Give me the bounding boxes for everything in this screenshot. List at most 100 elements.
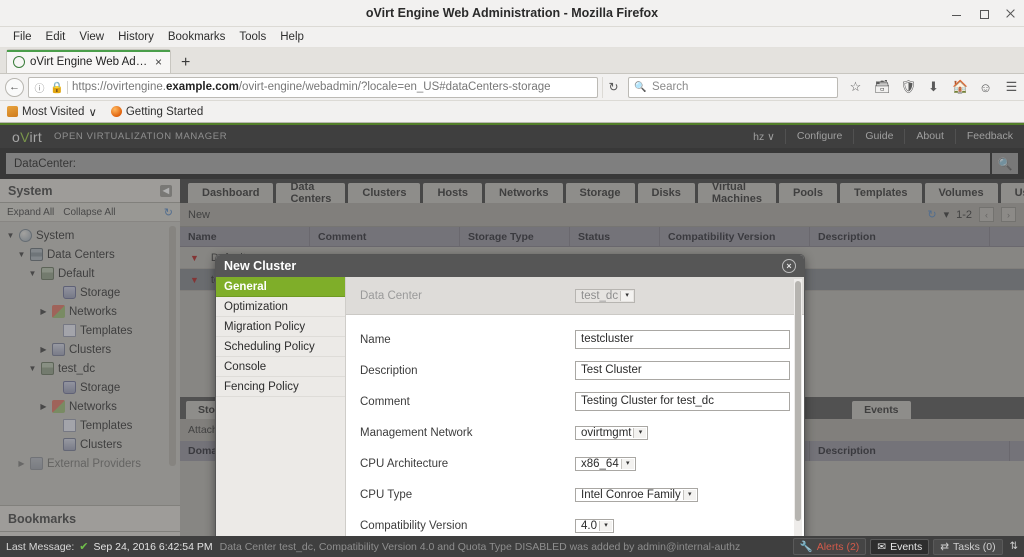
select-cpu-type[interactable]: Intel Conroe Family ▾ <box>575 487 698 502</box>
chevron-down-icon[interactable]: ▾ <box>620 458 634 469</box>
label-name: Name <box>360 333 391 346</box>
dialog-tab-scheduling-policy[interactable]: Scheduling Policy <box>216 337 345 357</box>
browser-toolbar-icons: ☆ 🗃 🛡 ⬇ 🏠 ☺ ☰ <box>842 79 1019 95</box>
field-row-name: Name testcluster <box>360 324 790 355</box>
reload-icon[interactable]: ↻ <box>602 76 624 98</box>
url-bar[interactable]: ⓘ 🔒 https://ovirtengine.example.com/ovir… <box>28 76 598 98</box>
menu-history[interactable]: History <box>111 29 161 45</box>
minimize-icon[interactable] <box>951 8 962 19</box>
label-comment: Comment <box>360 395 410 408</box>
bookmark-most-visited[interactable]: Most Visited ∨ <box>7 105 97 119</box>
tasks-label: Tasks (0) <box>953 540 996 553</box>
dialog-fields: Name testcluster Description Test Cluster Co… <box>346 315 804 557</box>
dialog-close-icon[interactable]: × <box>782 259 796 273</box>
dialog-tab-general[interactable]: General <box>216 277 345 297</box>
label-cpu-architecture: CPU Architecture <box>360 457 449 470</box>
select-value-compatibility-version: 4.0 <box>581 519 597 532</box>
new-cluster-dialog: New Cluster × General Optimization Migrati… <box>215 254 805 557</box>
input-description[interactable]: Test Cluster <box>575 361 790 380</box>
dialog-tab-console[interactable]: Console <box>216 357 345 377</box>
label-compatibility-version: Compatibility Version <box>360 519 468 532</box>
tasks-chip[interactable]: ⇄ Tasks (0) <box>933 538 1003 555</box>
tab-favicon-icon <box>13 55 25 68</box>
field-row-description: Description Test Cluster <box>360 355 790 386</box>
status-message: Data Center test_dc, Compatibility Versi… <box>219 540 741 553</box>
browser-tabstrip: oVirt Engine Web Admi... × + <box>0 48 1024 74</box>
page-info-icon[interactable]: ⓘ <box>33 80 46 95</box>
alerts-icon: 🔧 <box>799 541 813 553</box>
menu-file[interactable]: File <box>6 29 39 45</box>
status-timestamp: Sep 24, 2016 6:42:54 PM <box>93 540 213 553</box>
dialog-body: General Optimization Migration Policy Sched… <box>216 277 804 557</box>
maximize-icon[interactable] <box>978 8 989 19</box>
events-chip[interactable]: ✉ Events <box>870 538 930 555</box>
dialog-tab-migration-policy[interactable]: Migration Policy <box>216 317 345 337</box>
library-icon[interactable]: 🗃 <box>874 79 891 95</box>
dialog-tab-fencing-policy[interactable]: Fencing Policy <box>216 377 345 397</box>
browser-tab[interactable]: oVirt Engine Web Admi... × <box>6 49 172 73</box>
data-center-select: test_dc ▾ <box>575 289 636 303</box>
most-visited-icon <box>7 106 18 117</box>
data-center-value: test_dc <box>581 290 619 302</box>
select-compatibility-version[interactable]: 4.0 ▾ <box>575 518 614 533</box>
menu-tools[interactable]: Tools <box>232 29 273 45</box>
menu-view[interactable]: View <box>72 29 111 45</box>
input-name[interactable]: testcluster <box>575 330 790 349</box>
data-center-label: Data Center <box>360 290 423 302</box>
url-suffix: /ovirt-engine/webadmin/?locale=en_US#dat… <box>238 81 551 93</box>
shield-icon[interactable]: 🛡 <box>900 79 917 95</box>
dialog-title: New Cluster <box>224 259 297 273</box>
control-wrap-cpu-architecture: x86_64 ▾ <box>575 455 790 473</box>
control-wrap-cpu-type: Intel Conroe Family ▾ <box>575 486 790 504</box>
browser-menubar: File Edit View History Bookmarks Tools H… <box>0 27 1024 48</box>
dialog-tab-optimization[interactable]: Optimization <box>216 297 345 317</box>
bookmark-most-visited-label: Most Visited <box>22 105 85 118</box>
status-chips: 🔧 Alerts (2) ✉ Events ⇄ Tasks (0) ⇅ <box>792 538 1018 555</box>
control-wrap-description: Test Cluster <box>575 361 790 380</box>
lock-warning-icon[interactable]: 🔒 <box>50 81 64 94</box>
dialog-scrollbar[interactable] <box>794 279 802 557</box>
select-cpu-architecture[interactable]: x86_64 ▾ <box>575 456 636 471</box>
bookmark-getting-started[interactable]: Getting Started <box>110 105 204 118</box>
back-icon[interactable]: ← <box>5 77 24 97</box>
field-row-cpu-type: CPU Type Intel Conroe Family ▾ <box>360 479 790 510</box>
home-icon[interactable]: 🏠 <box>952 79 968 95</box>
bookmark-getting-started-label: Getting Started <box>125 105 204 118</box>
menu-bookmarks[interactable]: Bookmarks <box>161 29 233 45</box>
control-wrap-compatibility-version: 4.0 ▾ <box>575 517 790 535</box>
bookmark-star-icon[interactable]: ☆ <box>848 79 863 95</box>
label-management-network: Management Network <box>360 426 473 439</box>
new-tab-button[interactable]: + <box>171 53 200 73</box>
control-wrap-comment: Testing Cluster for test_dc <box>575 392 790 411</box>
downloads-icon[interactable]: ⬇ <box>926 79 941 95</box>
alerts-chip[interactable]: 🔧 Alerts (2) <box>792 538 867 555</box>
select-management-network[interactable]: ovirtmgmt ▾ <box>575 425 649 440</box>
chevron-down-icon[interactable]: ▾ <box>682 489 696 500</box>
control-wrap-name: testcluster <box>575 330 790 349</box>
dialog-side-tabs: General Optimization Migration Policy Sched… <box>216 277 346 557</box>
firefox-icon <box>110 106 122 117</box>
search-icon: 🔍 <box>634 81 647 93</box>
chevron-down-icon[interactable]: ▾ <box>599 520 612 531</box>
hamburger-menu-icon[interactable]: ☰ <box>1004 79 1019 95</box>
browser-search-placeholder: Search <box>652 81 689 93</box>
tab-close-icon[interactable]: × <box>153 55 164 69</box>
chevron-down-icon: ▾ <box>620 291 634 301</box>
window-controls <box>951 0 1016 27</box>
account-icon[interactable]: ☺ <box>978 80 993 95</box>
chevron-down-icon[interactable]: ▾ <box>633 427 647 438</box>
label-description: Description <box>360 364 418 377</box>
tasks-icon: ⇄ <box>940 540 950 553</box>
expand-collapse-icon[interactable]: ⇅ <box>1010 541 1018 552</box>
select-value-cpu-type: Intel Conroe Family <box>581 488 681 501</box>
browser-navbar: ← ⓘ 🔒 https://ovirtengine.example.com/ov… <box>0 74 1024 101</box>
dialog-form: Data Center test_dc ▾ Name testcluster Des… <box>346 277 804 557</box>
menu-edit[interactable]: Edit <box>39 29 73 45</box>
url-divider <box>67 80 68 94</box>
browser-search-bar[interactable]: 🔍 Search <box>628 76 838 98</box>
url-domain: example.com <box>165 81 239 93</box>
menu-help[interactable]: Help <box>273 29 311 45</box>
close-icon[interactable] <box>1005 8 1016 19</box>
input-comment[interactable]: Testing Cluster for test_dc <box>575 392 790 411</box>
data-center-row: Data Center test_dc ▾ <box>346 277 804 315</box>
